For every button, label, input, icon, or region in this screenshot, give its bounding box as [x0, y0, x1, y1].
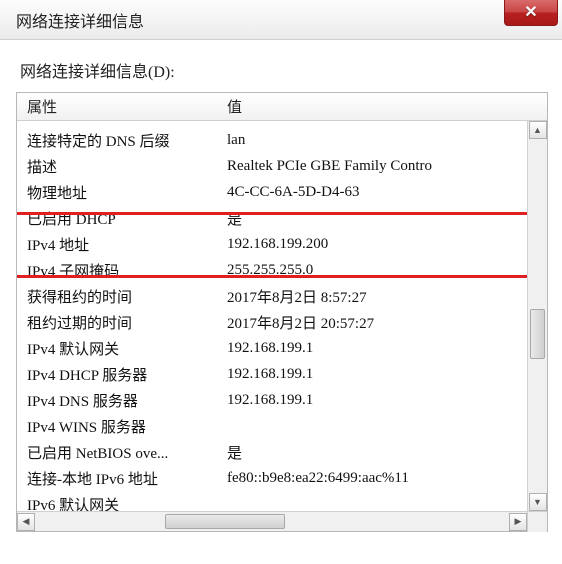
cell-property: IPv4 子网掩码 [17, 260, 227, 281]
horizontal-scrollbar[interactable]: ◀ ▶ [17, 511, 547, 531]
cell-property: 已启用 DHCP [17, 208, 227, 229]
scroll-corner [527, 512, 547, 532]
cell-value: 2017年8月2日 8:57:27 [227, 286, 547, 307]
cell-property: IPv4 DNS 服务器 [17, 390, 227, 411]
table-row[interactable]: IPv4 DNS 服务器192.168.199.1 [17, 387, 547, 413]
scroll-right-button[interactable]: ▶ [509, 513, 527, 531]
window-title: 网络连接详细信息 [16, 8, 144, 32]
cell-property: IPv4 地址 [17, 234, 227, 255]
close-button[interactable]: ✕ [504, 0, 558, 26]
table-row[interactable]: 已启用 NetBIOS ove...是 [17, 439, 547, 465]
vertical-scroll-track[interactable] [528, 139, 547, 493]
cell-value: 192.168.199.200 [227, 236, 547, 253]
cell-property: 描述 [17, 156, 227, 177]
table-row[interactable]: 连接特定的 DNS 后缀lan [17, 127, 547, 153]
horizontal-scroll-track[interactable] [35, 512, 509, 531]
cell-value: 255.255.255.0 [227, 262, 547, 279]
table-row[interactable]: 连接-本地 IPv6 地址fe80::b9e8:ea22:6499:aac%11 [17, 465, 547, 491]
cell-property: 连接特定的 DNS 后缀 [17, 130, 227, 151]
cell-property: 已启用 NetBIOS ove... [17, 442, 227, 463]
cell-value: fe80::b9e8:ea22:6499:aac%11 [227, 470, 547, 487]
cell-value: 192.168.199.1 [227, 392, 547, 409]
cell-property: IPv4 WINS 服务器 [17, 416, 227, 437]
cell-value: lan [227, 132, 547, 149]
cell-property: 连接-本地 IPv6 地址 [17, 468, 227, 489]
cell-property: 租约过期的时间 [17, 312, 227, 333]
table-row[interactable]: IPv4 WINS 服务器 [17, 413, 547, 439]
scroll-down-button[interactable]: ▼ [529, 493, 547, 511]
cell-value: Realtek PCIe GBE Family Contro [227, 158, 547, 175]
content-area: 网络连接详细信息(D): 属性 值 连接特定的 DNS 后缀lan描述Realt… [0, 40, 562, 542]
cell-value: 4C-CC-6A-5D-D4-63 [227, 184, 547, 201]
table-row[interactable]: IPv6 默认网关 [17, 491, 547, 511]
table-row[interactable]: IPv4 DHCP 服务器192.168.199.1 [17, 361, 547, 387]
table-row[interactable]: 物理地址4C-CC-6A-5D-D4-63 [17, 179, 547, 205]
table-row[interactable]: IPv4 子网掩码255.255.255.0 [17, 257, 547, 283]
table-row[interactable]: 租约过期的时间2017年8月2日 20:57:27 [17, 309, 547, 335]
grid-header: 属性 值 [17, 93, 547, 121]
cell-property: IPv4 默认网关 [17, 338, 227, 359]
table-row[interactable]: IPv4 地址192.168.199.200 [17, 231, 547, 257]
table-row[interactable]: IPv4 默认网关192.168.199.1 [17, 335, 547, 361]
cell-value: 2017年8月2日 20:57:27 [227, 312, 547, 333]
header-property[interactable]: 属性 [17, 96, 227, 117]
vertical-scrollbar[interactable]: ▲ ▼ [527, 121, 547, 511]
cell-property: 获得租约的时间 [17, 286, 227, 307]
cell-value: 是 [227, 442, 547, 463]
cell-value: 192.168.199.1 [227, 366, 547, 383]
table-row[interactable]: 获得租约的时间2017年8月2日 8:57:27 [17, 283, 547, 309]
details-grid: 属性 值 连接特定的 DNS 后缀lan描述Realtek PCIe GBE F… [16, 92, 548, 532]
titlebar: 网络连接详细信息 ✕ [0, 0, 562, 40]
close-icon: ✕ [524, 2, 537, 22]
table-row[interactable]: 已启用 DHCP是 [17, 205, 547, 231]
cell-value: 是 [227, 208, 547, 229]
cell-property: 物理地址 [17, 182, 227, 203]
cell-value: 192.168.199.1 [227, 340, 547, 357]
table-row[interactable]: 描述Realtek PCIe GBE Family Contro [17, 153, 547, 179]
vertical-scroll-thumb[interactable] [530, 309, 545, 359]
scroll-left-button[interactable]: ◀ [17, 513, 35, 531]
cell-property: IPv4 DHCP 服务器 [17, 364, 227, 385]
section-label: 网络连接详细信息(D): [16, 58, 548, 82]
cell-property: IPv6 默认网关 [17, 494, 227, 512]
rows-container: 连接特定的 DNS 后缀lan描述Realtek PCIe GBE Family… [17, 121, 547, 511]
scroll-up-button[interactable]: ▲ [529, 121, 547, 139]
horizontal-scroll-thumb[interactable] [165, 514, 285, 529]
grid-body: 连接特定的 DNS 后缀lan描述Realtek PCIe GBE Family… [17, 121, 547, 511]
header-value[interactable]: 值 [227, 96, 525, 117]
